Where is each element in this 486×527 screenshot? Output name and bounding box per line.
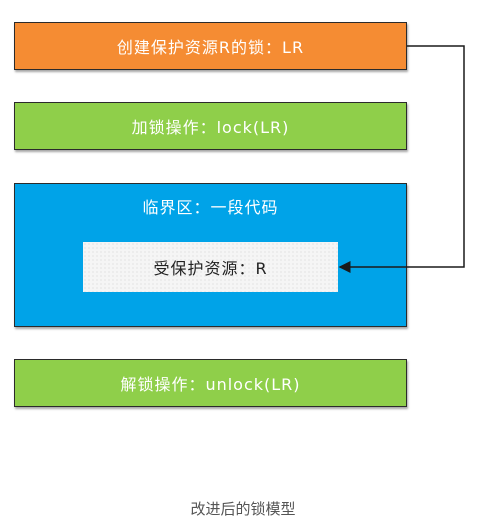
lock-to-resource-connector xyxy=(338,45,465,273)
diagram-caption: 改进后的锁模型 xyxy=(190,500,296,518)
connector-line xyxy=(338,45,465,273)
